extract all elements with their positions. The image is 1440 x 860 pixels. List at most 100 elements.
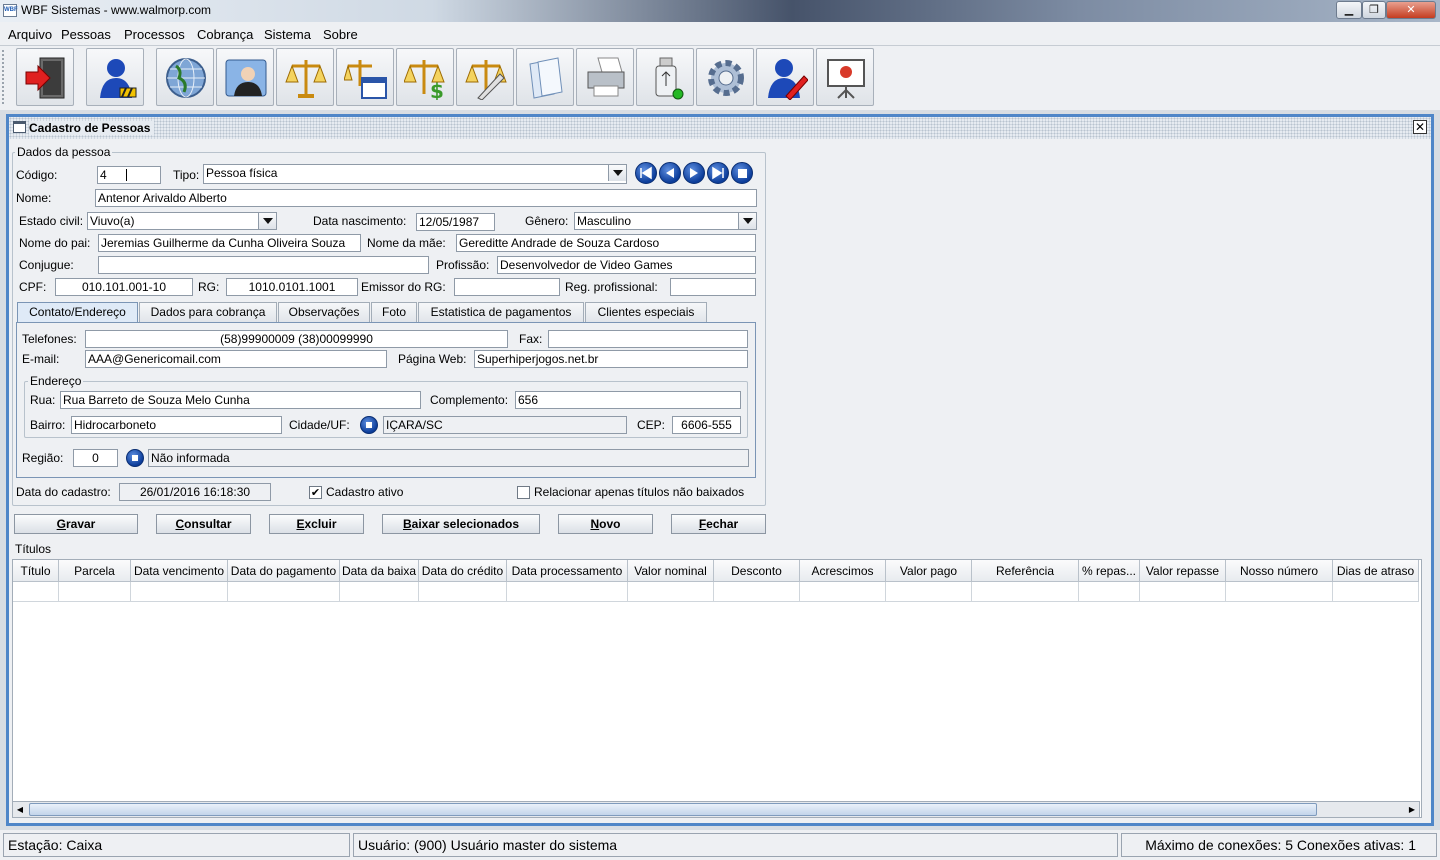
genero-combo[interactable]: Masculino — [574, 212, 757, 230]
first-record-button[interactable] — [635, 162, 657, 184]
menu-sistema[interactable]: Sistema — [264, 27, 311, 42]
col-acrescimos[interactable]: Acrescimos — [800, 560, 886, 582]
next-record-button[interactable] — [683, 162, 705, 184]
scales-edit-button[interactable] — [456, 48, 514, 106]
scroll-right-icon[interactable]: ▶ — [1405, 803, 1419, 816]
table-cell[interactable] — [507, 582, 628, 602]
table-cell[interactable] — [1140, 582, 1226, 602]
usb-drive-button[interactable] — [636, 48, 694, 106]
last-record-button[interactable] — [707, 162, 729, 184]
col-data-vencimento[interactable]: Data vencimento — [131, 560, 228, 582]
tab-estatistica-pagamentos[interactable]: Estatistica de pagamentos — [418, 302, 584, 322]
relacionar-checkbox[interactable] — [517, 486, 530, 499]
regiao-search-button[interactable] — [126, 449, 144, 467]
table-cell[interactable] — [131, 582, 228, 602]
baixar-selecionados-button[interactable]: Baixar selecionados — [382, 514, 540, 534]
col-data-baixa[interactable]: Data da baixa — [340, 560, 419, 582]
web-field[interactable]: Superhiperjogos.net.br — [474, 350, 748, 368]
table-cell[interactable] — [1226, 582, 1333, 602]
menu-sobre[interactable]: Sobre — [323, 27, 358, 42]
complemento-field[interactable]: 656 — [515, 391, 741, 409]
cadastro-ativo-checkbox[interactable]: ✔ — [309, 486, 322, 499]
col-referencia[interactable]: Referência — [972, 560, 1079, 582]
settings-button[interactable] — [696, 48, 754, 106]
tab-observacoes[interactable]: Observações — [278, 302, 370, 322]
cidade-search-button[interactable] — [360, 416, 378, 434]
scroll-left-icon[interactable]: ◀ — [13, 803, 27, 816]
novo-button[interactable]: Novo — [558, 514, 653, 534]
fax-field[interactable] — [548, 330, 748, 348]
email-field[interactable]: AAA@Genericomail.com — [85, 350, 387, 368]
col-data-processamento[interactable]: Data processamento — [507, 560, 628, 582]
col-desconto[interactable]: Desconto — [714, 560, 800, 582]
tab-foto[interactable]: Foto — [371, 302, 417, 322]
regiao-field[interactable]: 0 — [73, 449, 118, 467]
col-data-credito[interactable]: Data do crédito — [419, 560, 507, 582]
person-button[interactable] — [86, 48, 144, 106]
menu-pessoas[interactable]: Pessoas — [61, 27, 111, 42]
col-valor-repasse[interactable]: Valor repasse — [1140, 560, 1226, 582]
col-parcela[interactable]: Parcela — [59, 560, 131, 582]
table-cell[interactable] — [886, 582, 972, 602]
maximize-button[interactable]: ❐ — [1362, 1, 1386, 19]
profissao-field[interactable]: Desenvolvedor de Video Games — [497, 256, 756, 274]
gravar-button[interactable]: Gravar — [14, 514, 138, 534]
scales-money-button[interactable]: $ — [396, 48, 454, 106]
rua-field[interactable]: Rua Barreto de Souza Melo Cunha — [60, 391, 421, 409]
col-valor-nominal[interactable]: Valor nominal — [628, 560, 714, 582]
nome-field[interactable]: Antenor Arivaldo Alberto — [95, 189, 757, 207]
globe-button[interactable] — [156, 48, 214, 106]
user-edit-button[interactable] — [756, 48, 814, 106]
cpf-field[interactable]: 010.101.001-10 — [55, 278, 193, 296]
rg-field[interactable]: 1010.0101.1001 — [226, 278, 358, 296]
col-nosso-numero[interactable]: Nosso número — [1226, 560, 1333, 582]
fechar-button[interactable]: Fechar — [671, 514, 766, 534]
tab-dados-cobranca[interactable]: Dados para cobrança — [139, 302, 277, 322]
mae-field[interactable]: Gereditte Andrade de Souza Cardoso — [456, 234, 756, 252]
nascimento-field[interactable]: 12/05/1987 — [416, 213, 495, 231]
col-valor-pago[interactable]: Valor pago — [886, 560, 972, 582]
menu-arquivo[interactable]: Arquivo — [8, 27, 52, 42]
emissor-field[interactable] — [454, 278, 560, 296]
bairro-field[interactable]: Hidrocarboneto — [71, 416, 282, 434]
minimize-button[interactable]: ▁ — [1336, 1, 1362, 19]
table-cell[interactable] — [228, 582, 340, 602]
menu-processos[interactable]: Processos — [124, 27, 185, 42]
tab-contato-endereco[interactable]: Contato/Endereço — [17, 302, 138, 323]
tab-clientes-especiais[interactable]: Clientes especiais — [585, 302, 707, 322]
documents-button[interactable] — [516, 48, 574, 106]
printer-button[interactable] — [576, 48, 634, 106]
estado-civil-combo[interactable]: Viuvo(a) — [87, 212, 277, 230]
contact-photo-button[interactable] — [216, 48, 274, 106]
excluir-button[interactable]: Excluir — [269, 514, 364, 534]
table-cell[interactable] — [714, 582, 800, 602]
reg-field[interactable] — [670, 278, 756, 296]
table-cell[interactable] — [340, 582, 419, 602]
col-dias-atraso[interactable]: Dias de atraso — [1333, 560, 1419, 582]
consultar-button[interactable]: Consultar — [156, 514, 251, 534]
codigo-field[interactable]: 4 — [97, 166, 161, 184]
pai-field[interactable]: Jeremias Guilherme da Cunha Oliveira Sou… — [98, 234, 361, 252]
tipo-combo[interactable]: Pessoa física — [203, 164, 627, 184]
table-cell[interactable] — [13, 582, 59, 602]
table-cell[interactable] — [972, 582, 1079, 602]
frame-close-button[interactable]: ✕ — [1413, 120, 1427, 134]
previous-record-button[interactable] — [659, 162, 681, 184]
table-cell[interactable] — [800, 582, 886, 602]
horizontal-scrollbar[interactable]: ◀ ▶ — [12, 801, 1420, 818]
stop-button[interactable] — [731, 162, 753, 184]
cep-field[interactable]: 6606-555 — [672, 416, 741, 434]
col-percentual-repasse[interactable]: % repas... — [1079, 560, 1140, 582]
table-cell[interactable] — [628, 582, 714, 602]
table-cell[interactable] — [419, 582, 507, 602]
close-window-button[interactable]: ✕ — [1386, 1, 1436, 19]
table-cell[interactable] — [1079, 582, 1140, 602]
scales-button[interactable] — [276, 48, 334, 106]
menu-cobranca[interactable]: Cobrança — [197, 27, 253, 42]
conjugue-field[interactable] — [98, 256, 429, 274]
table-cell[interactable] — [1333, 582, 1419, 602]
exit-button[interactable] — [16, 48, 74, 106]
toolbar-grip[interactable] — [2, 50, 12, 104]
table-cell[interactable] — [59, 582, 131, 602]
scales-window-button[interactable] — [336, 48, 394, 106]
